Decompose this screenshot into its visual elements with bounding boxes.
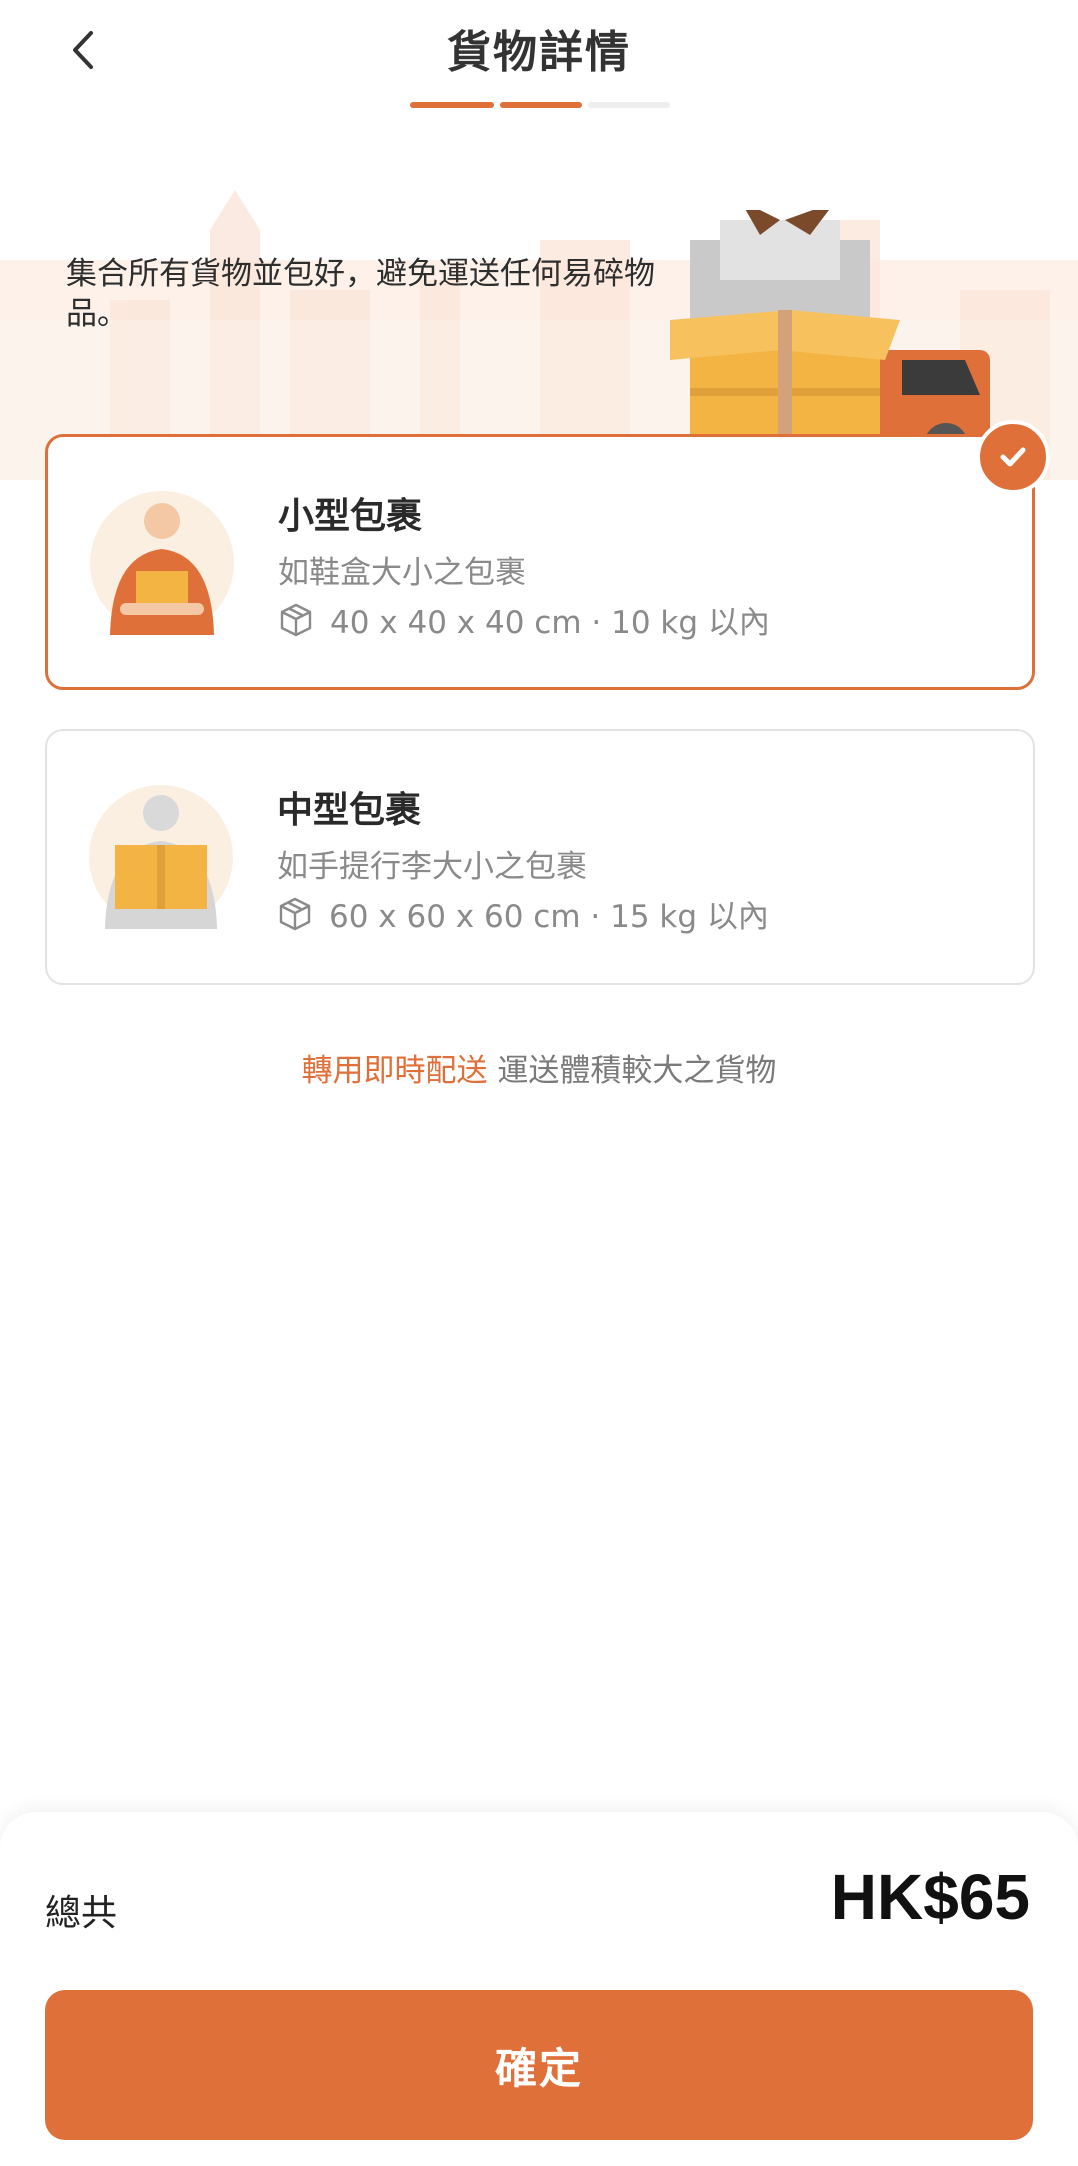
- parcel-option-spec: 40 x 40 x 40 cm · 10 kg 以內: [330, 605, 770, 641]
- page-title: 貨物詳情: [447, 27, 631, 78]
- parcel-option-description: 如鞋盒大小之包裹: [278, 555, 526, 591]
- hero-instruction-text: 集合所有貨物並包好，避免運送任何易碎物品。: [66, 256, 655, 332]
- check-icon: [1000, 447, 1026, 467]
- total-label: 總共: [45, 1893, 118, 1934]
- top-bar: 貨物詳情: [0, 0, 1078, 120]
- progress-step-3: [588, 102, 670, 108]
- instant-delivery-link[interactable]: 轉用即時配送: [302, 1053, 488, 1089]
- box-icon: [279, 897, 311, 930]
- parcel-option-title: 中型包裹: [277, 790, 422, 831]
- total-price: HK$65: [830, 1861, 1030, 1933]
- progress-step-1: [410, 102, 494, 108]
- alternative-delivery-text: 運送體積較大之貨物: [487, 1053, 777, 1089]
- selected-check-badge: [976, 420, 1050, 494]
- parcel-option-title: 小型包裹: [278, 496, 423, 537]
- parcel-option-medium[interactable]: 中型包裹 如手提行李大小之包裹 60 x 60 x 60 cm · 15 kg …: [45, 729, 1035, 985]
- courier-avatar-orange: [90, 491, 234, 635]
- parcel-spec-row: 60 x 60 x 60 cm · 15 kg 以內: [277, 891, 769, 936]
- checkout-footer: 總共 HK$65 確定: [0, 1812, 1078, 2166]
- alternative-delivery-row: 轉用即時配送 運送體積較大之貨物: [0, 1045, 1078, 1090]
- confirm-button[interactable]: 確定: [45, 1990, 1033, 2140]
- delivery-truck-illustration: [670, 210, 990, 470]
- box-icon: [280, 603, 312, 636]
- courier-avatar-gray: [89, 785, 233, 929]
- progress-step-2: [500, 102, 582, 108]
- parcel-option-small[interactable]: 小型包裹 如鞋盒大小之包裹 40 x 40 x 40 cm · 10 kg 以內: [45, 434, 1035, 690]
- parcel-option-description: 如手提行李大小之包裹: [277, 849, 587, 885]
- parcel-option-spec: 60 x 60 x 60 cm · 15 kg 以內: [329, 899, 769, 935]
- parcel-spec-row: 40 x 40 x 40 cm · 10 kg 以內: [278, 597, 770, 642]
